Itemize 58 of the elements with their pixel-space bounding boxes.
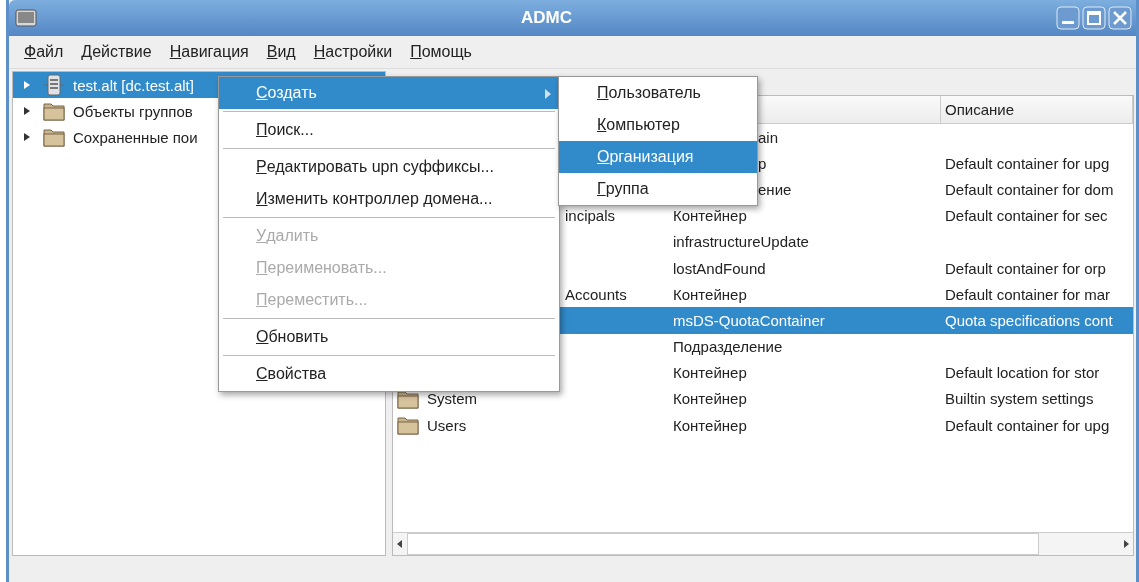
table-cell: msDS-QuotaContainer (673, 311, 825, 329)
minimize-icon[interactable] (1056, 6, 1080, 30)
folder-icon (43, 101, 65, 121)
submenu-item[interactable]: Группа (559, 173, 757, 205)
menu-item[interactable]: Навигация (160, 43, 258, 61)
table-cell: Builtin system settings (945, 390, 1094, 408)
expand-arrow-icon[interactable] (23, 106, 31, 116)
column-header[interactable]: Описание (945, 101, 1015, 118)
close-icon[interactable] (1108, 6, 1132, 30)
context-menu-item[interactable]: Редактировать upn суффиксы... (219, 151, 559, 183)
table-cell: Users (427, 416, 467, 434)
table-cell: Контейнер (673, 416, 747, 434)
menu-item[interactable]: Файл (15, 43, 73, 61)
context-menu-item[interactable]: Поиск... (219, 114, 559, 146)
menu-item[interactable]: Помощь (401, 43, 481, 61)
table-cell: Контейнер (673, 207, 747, 225)
submenu-item[interactable]: Организация (559, 141, 757, 173)
menu-item[interactable]: Действие (72, 43, 161, 61)
maximize-icon[interactable] (1082, 6, 1106, 30)
table-cell: Default container for upg (945, 416, 1110, 434)
table-cell: Default container for orp (945, 259, 1106, 277)
horizontal-scrollbar[interactable] (393, 532, 1133, 555)
table-cell: Default container for dom (945, 180, 1114, 198)
scrollbar-thumb[interactable] (407, 533, 1039, 555)
table-cell: Quota specifications cont (945, 311, 1113, 329)
table-cell: incipals (565, 207, 616, 225)
expand-arrow-icon[interactable] (23, 132, 31, 142)
table-cell: Default container for mar (945, 285, 1111, 303)
context-menu-item[interactable]: Создать (219, 77, 559, 109)
window-icon (15, 9, 37, 27)
context-menu-item[interactable]: Свойства (219, 358, 559, 390)
table-cell: Подразделение (673, 338, 783, 356)
submenu-item[interactable]: Компьютер (559, 109, 757, 141)
server-icon (43, 74, 65, 96)
menu-item[interactable]: Настройки (304, 43, 402, 61)
table-cell: Контейнер (673, 364, 747, 382)
table-cell: Accounts (565, 285, 627, 303)
context-menu-item[interactable]: Изменить контроллер домена... (219, 183, 559, 215)
folder-icon (397, 415, 419, 436)
table-cell: ение (758, 180, 792, 198)
table-cell: р (758, 154, 767, 172)
table-cell: lostAndFound (673, 259, 766, 277)
table-cell: Default container for sec (945, 207, 1108, 225)
window-title: ADMC (520, 8, 573, 28)
submenu-arrow-icon (545, 89, 551, 99)
table-cell: Default container for upg (945, 154, 1110, 172)
tree-item-label: Объекты группов (73, 102, 193, 120)
table-cell: Контейнер (673, 285, 747, 303)
table-cell: Default location for stor (945, 364, 1100, 382)
menu-item[interactable]: Вид (257, 43, 305, 61)
table-cell: infrastructureUpdate (673, 233, 809, 251)
table-cell: Контейнер (673, 390, 747, 408)
tree-item-label: test.alt [dc.test.alt] (73, 76, 194, 94)
submenu-item[interactable]: Пользователь (559, 77, 757, 109)
table-row[interactable]: Users Контейнер Default container for upg (393, 412, 1133, 439)
folder-icon (43, 127, 65, 147)
table-cell: System (427, 390, 477, 408)
tree-item-label: Сохраненные пои (73, 128, 198, 146)
